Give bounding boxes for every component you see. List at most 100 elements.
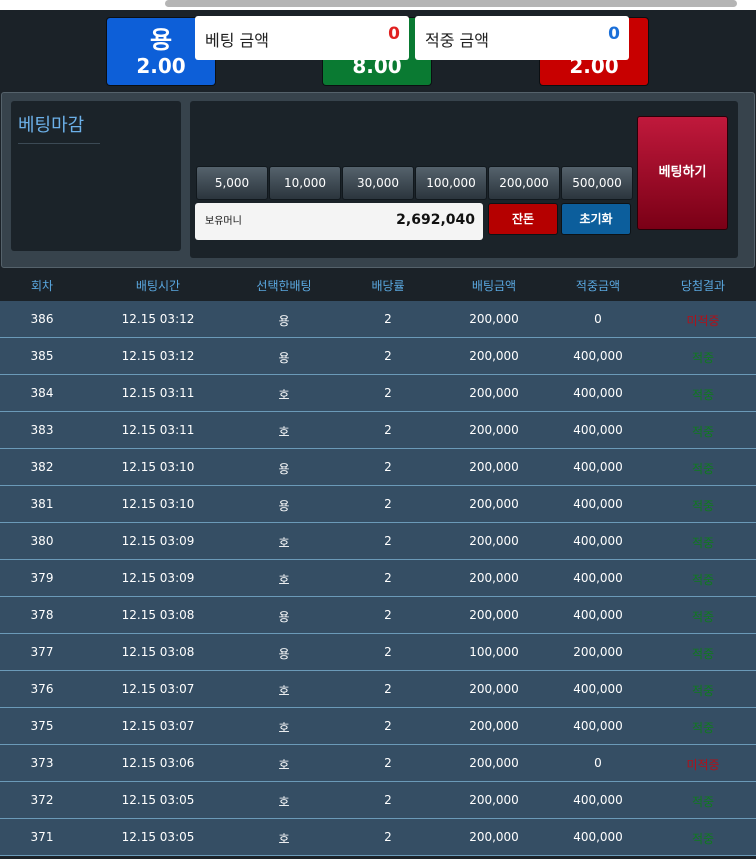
cell-time: 12.15 03:09: [121, 571, 195, 585]
cell-odds: 2: [384, 534, 392, 548]
cell-round: 382: [30, 460, 54, 474]
cell-result: 적중: [691, 610, 715, 624]
cell-result: 적중: [691, 462, 715, 476]
cell-bet: 200,000: [469, 682, 519, 696]
cell-win: 400,000: [573, 349, 623, 363]
chip-button-500000[interactable]: 500,000: [561, 166, 633, 200]
cell-win: 400,000: [573, 682, 623, 696]
cell-bet: 200,000: [469, 756, 519, 770]
cell-pick: 호: [278, 758, 290, 772]
cell-pick: 호: [278, 425, 290, 439]
cell-odds: 2: [384, 497, 392, 511]
column-header-odds: 배당률: [371, 279, 405, 293]
cell-result: 적중: [691, 721, 715, 735]
cell-time: 12.15 03:08: [121, 608, 195, 622]
cell-round: 376: [30, 682, 54, 696]
win-amount-label: 적중 금액: [425, 31, 489, 50]
cell-odds: 2: [384, 571, 392, 585]
cell-odds: 2: [384, 460, 392, 474]
cell-bet: 200,000: [469, 534, 519, 548]
cell-pick: 용: [278, 314, 290, 328]
cell-win: 400,000: [573, 460, 623, 474]
cell-result: 적중: [691, 351, 715, 365]
bet-amount-display: 베팅 금액 0: [195, 16, 409, 60]
bet-amount-value: 0: [388, 24, 400, 44]
column-header-result: 당첨결과: [680, 279, 726, 293]
cell-bet: 200,000: [469, 349, 519, 363]
cell-odds: 2: [384, 756, 392, 770]
cell-result: 미적중: [686, 314, 720, 328]
chip-button-5000[interactable]: 5,000: [196, 166, 268, 200]
horizontal-scrollbar[interactable]: [0, 0, 756, 10]
cell-bet: 200,000: [469, 719, 519, 733]
cell-round: 384: [30, 386, 54, 400]
cell-bet: 200,000: [469, 423, 519, 437]
column-header-round: 회차: [30, 279, 54, 293]
cell-odds: 2: [384, 719, 392, 733]
cell-win: 400,000: [573, 497, 623, 511]
cell-pick: 호: [278, 721, 290, 735]
cell-win: 400,000: [573, 793, 623, 807]
cell-round: 385: [30, 349, 54, 363]
cell-bet: 200,000: [469, 312, 519, 326]
cell-pick: 호: [278, 573, 290, 587]
table-row: 380 12.15 03:09 호 2 200,000 400,000 적중: [0, 523, 756, 560]
cell-pick: 용: [278, 610, 290, 624]
cell-bet: 200,000: [469, 608, 519, 622]
cell-round: 377: [30, 645, 54, 659]
cell-odds: 2: [384, 312, 392, 326]
scrollbar-thumb[interactable]: [165, 0, 737, 7]
column-header-pick: 선택한배팅: [256, 279, 312, 293]
change-button[interactable]: 잔돈: [488, 203, 558, 235]
cell-win: 400,000: [573, 571, 623, 585]
cell-round: 380: [30, 534, 54, 548]
place-bet-button[interactable]: 베팅하기: [637, 116, 728, 230]
table-row: 382 12.15 03:10 용 2 200,000 400,000 적중: [0, 449, 756, 486]
cell-time: 12.15 03:12: [121, 349, 195, 363]
history-table-header: 회차 배팅시간 선택한배팅 배당률 배팅금액 적중금액 당첨결과: [0, 268, 756, 301]
chip-button-100000[interactable]: 100,000: [415, 166, 487, 200]
cell-win: 200,000: [573, 645, 623, 659]
cell-round: 375: [30, 719, 54, 733]
cell-time: 12.15 03:06: [121, 756, 195, 770]
cell-result: 적중: [691, 499, 715, 513]
cell-odds: 2: [384, 349, 392, 363]
cell-time: 12.15 03:09: [121, 534, 195, 548]
cell-win: 400,000: [573, 719, 623, 733]
cell-pick: 용: [278, 647, 290, 661]
chip-button-10000[interactable]: 10,000: [269, 166, 341, 200]
cell-win: 0: [594, 756, 602, 770]
cell-time: 12.15 03:05: [121, 830, 195, 844]
cell-bet: 200,000: [469, 386, 519, 400]
table-row: 384 12.15 03:11 호 2 200,000 400,000 적중: [0, 375, 756, 412]
cell-bet: 200,000: [469, 571, 519, 585]
cell-win: 400,000: [573, 608, 623, 622]
cell-pick: 호: [278, 832, 290, 846]
cell-time: 12.15 03:10: [121, 497, 195, 511]
table-row: 373 12.15 03:06 호 2 200,000 0 미적중: [0, 745, 756, 782]
reset-button[interactable]: 초기화: [561, 203, 631, 235]
cell-result: 적중: [691, 647, 715, 661]
chip-button-30000[interactable]: 30,000: [342, 166, 414, 200]
cell-round: 378: [30, 608, 54, 622]
table-row: 379 12.15 03:09 호 2 200,000 400,000 적중: [0, 560, 756, 597]
cell-odds: 2: [384, 682, 392, 696]
cell-round: 373: [30, 756, 54, 770]
cell-odds: 2: [384, 608, 392, 622]
cell-result: 적중: [691, 832, 715, 846]
chip-button-200000[interactable]: 200,000: [488, 166, 560, 200]
column-header-win: 적중금액: [575, 279, 621, 293]
cell-result: 적중: [691, 573, 715, 587]
column-header-time: 배팅시간: [135, 279, 181, 293]
cell-result: 적중: [691, 684, 715, 698]
cell-round: 371: [30, 830, 54, 844]
cell-time: 12.15 03:11: [121, 423, 195, 437]
cell-bet: 200,000: [469, 497, 519, 511]
table-row: 381 12.15 03:10 용 2 200,000 400,000 적중: [0, 486, 756, 523]
cell-pick: 호: [278, 536, 290, 550]
cell-odds: 2: [384, 386, 392, 400]
cell-bet: 200,000: [469, 793, 519, 807]
cell-result: 적중: [691, 795, 715, 809]
cell-pick: 호: [278, 795, 290, 809]
table-row: 385 12.15 03:12 용 2 200,000 400,000 적중: [0, 338, 756, 375]
